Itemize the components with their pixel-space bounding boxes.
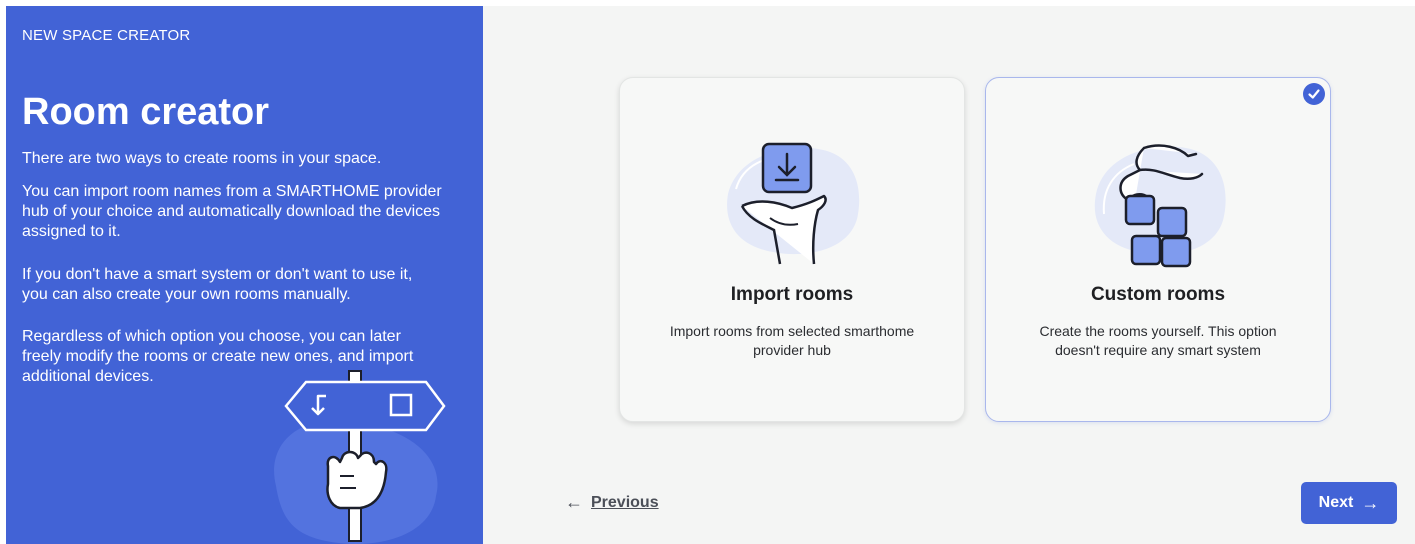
option-title: Custom rooms (1090, 284, 1226, 305)
manual-explanation: If you don't have a smart system or don'… (22, 266, 413, 303)
space-creator-app: NEW SPACE CREATOR Room creator There are… (6, 6, 1415, 544)
sidebar: NEW SPACE CREATOR Room creator There are… (6, 6, 483, 544)
option-description: Import rooms from selected smarthome pro… (669, 323, 915, 358)
main-panel: Import rooms Import rooms from selected … (483, 6, 1415, 544)
next-button[interactable]: Next → (1301, 482, 1397, 524)
option-title: Import rooms (730, 284, 854, 305)
arrow-left-icon: ← (565, 492, 583, 512)
intro-text: There are two ways to create rooms in yo… (22, 150, 382, 167)
option-description: Create the rooms yourself. This option d… (1039, 323, 1277, 358)
signpost-hand-icon (274, 370, 446, 544)
next-label: Next (1318, 494, 1354, 511)
selected-check-icon (1303, 83, 1325, 105)
page-title: Room creator (22, 91, 270, 133)
previous-label: Previous (591, 493, 659, 511)
import-explanation: You can import room names from a SMARTHO… (22, 183, 442, 240)
previous-button[interactable]: ← Previous (565, 492, 659, 513)
hand-download-icon (727, 142, 860, 265)
wizard-eyebrow: NEW SPACE CREATOR (22, 27, 191, 44)
arrow-right-icon: → (1361, 492, 1380, 513)
option-card-custom-rooms[interactable]: Custom rooms Create the rooms yourself. … (985, 77, 1331, 422)
hand-blocks-icon (1094, 144, 1226, 268)
option-card-import-rooms[interactable]: Import rooms Import rooms from selected … (619, 77, 965, 422)
